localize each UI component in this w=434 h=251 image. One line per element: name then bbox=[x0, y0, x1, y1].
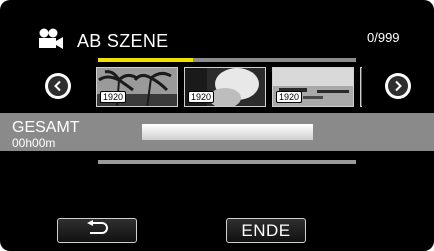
thumbnail-4[interactable]: 19 bbox=[360, 67, 362, 107]
chevron-right-icon bbox=[388, 76, 408, 96]
end-button[interactable]: ENDE bbox=[226, 218, 306, 243]
previous-button[interactable] bbox=[45, 73, 71, 99]
resolution-badge: 1920 bbox=[276, 91, 303, 103]
end-button-label: ENDE bbox=[241, 220, 291, 240]
header: AB SZENE bbox=[38, 28, 169, 55]
scene-progress-track bbox=[98, 58, 356, 62]
resolution-badge: 1920 bbox=[100, 91, 127, 103]
total-info-bar: GESAMT 00h00m bbox=[0, 113, 434, 151]
return-arrow-icon bbox=[84, 220, 110, 241]
next-button[interactable] bbox=[385, 73, 411, 99]
scene-counter: 0/999 bbox=[367, 30, 400, 45]
resolution-badge: 1920 bbox=[188, 91, 215, 103]
thumbnail-strip[interactable]: 1920 1920 1920 19 bbox=[94, 67, 362, 107]
back-button[interactable] bbox=[57, 218, 137, 243]
page-title: AB SZENE bbox=[77, 30, 169, 51]
screen: AB SZENE 0/999 1920 1920 1920 GESAMT 00h… bbox=[0, 0, 434, 251]
thumbnail-1[interactable]: 1920 bbox=[96, 67, 178, 107]
bottom-scroll-track bbox=[98, 160, 356, 164]
total-length-bar bbox=[142, 124, 313, 140]
thumbnail-2[interactable]: 1920 bbox=[184, 67, 266, 107]
total-label: GESAMT bbox=[12, 119, 80, 136]
scene-progress-fill bbox=[98, 58, 194, 62]
total-time: 00h00m bbox=[12, 136, 56, 150]
video-camera-icon bbox=[38, 28, 64, 55]
chevron-left-icon bbox=[48, 76, 68, 96]
thumbnail-3[interactable]: 1920 bbox=[272, 67, 354, 107]
